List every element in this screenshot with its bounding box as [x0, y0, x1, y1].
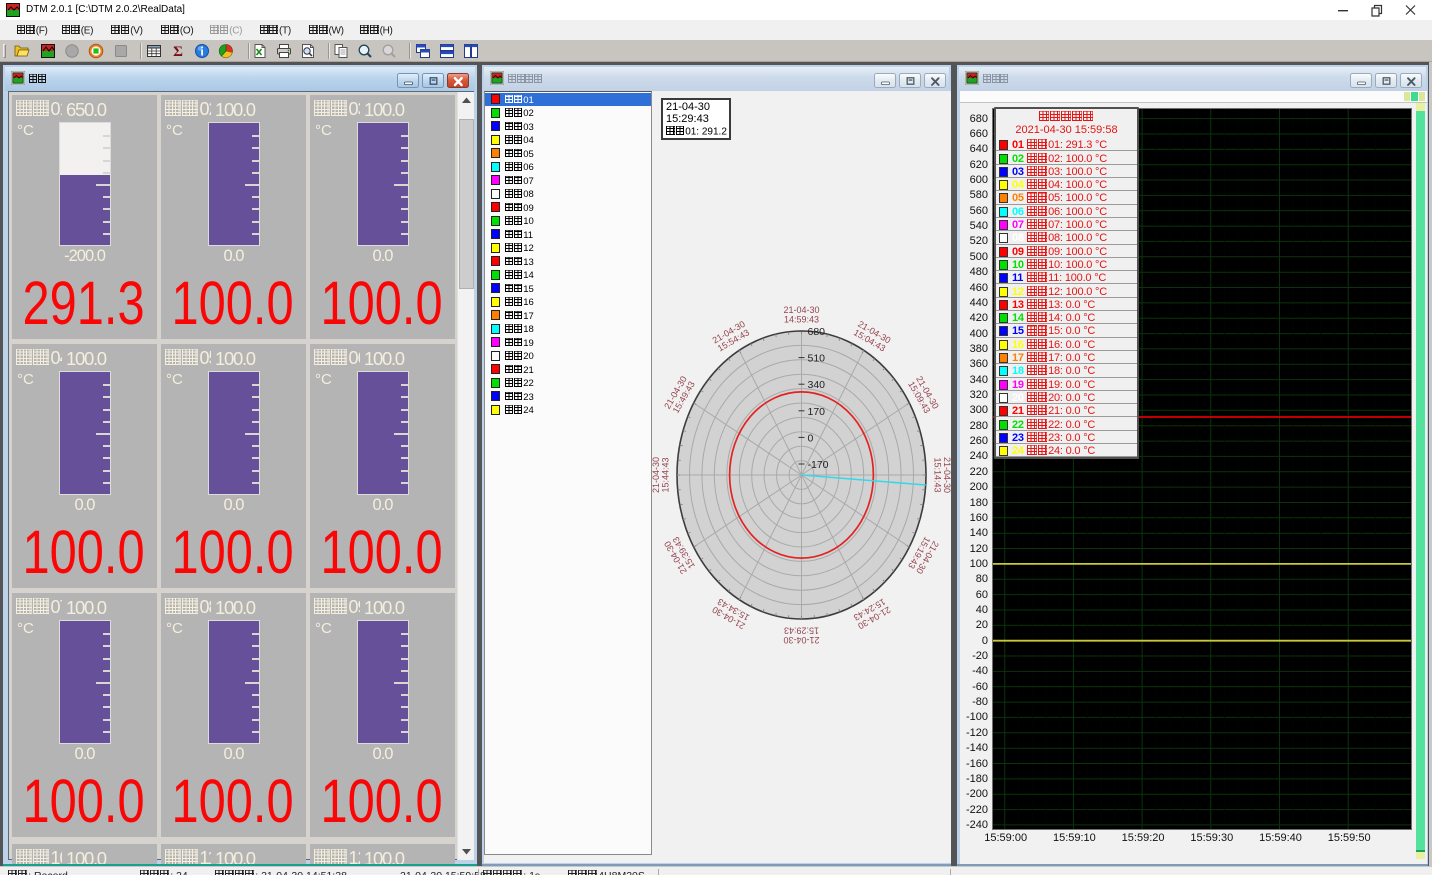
svg-text:14:59:43: 14:59:43: [784, 315, 819, 325]
svg-text:510: 510: [808, 353, 826, 365]
svg-text:15:44:43: 15:44:43: [661, 457, 671, 492]
svg-text:680: 680: [808, 326, 826, 338]
svg-text:15:29:43: 15:29:43: [784, 626, 819, 636]
svg-text:Σ: Σ: [173, 44, 183, 59]
svg-text:21-04-30: 21-04-30: [783, 305, 819, 315]
svg-text:-170: -170: [808, 459, 829, 471]
svg-text:21-04-30: 21-04-30: [783, 635, 819, 645]
svg-text:15:14:43: 15:14:43: [933, 457, 943, 492]
svg-text:340: 340: [808, 379, 826, 391]
svg-text:0: 0: [808, 432, 814, 444]
svg-text:170: 170: [808, 406, 826, 418]
svg-text:21-04-30: 21-04-30: [651, 457, 661, 493]
